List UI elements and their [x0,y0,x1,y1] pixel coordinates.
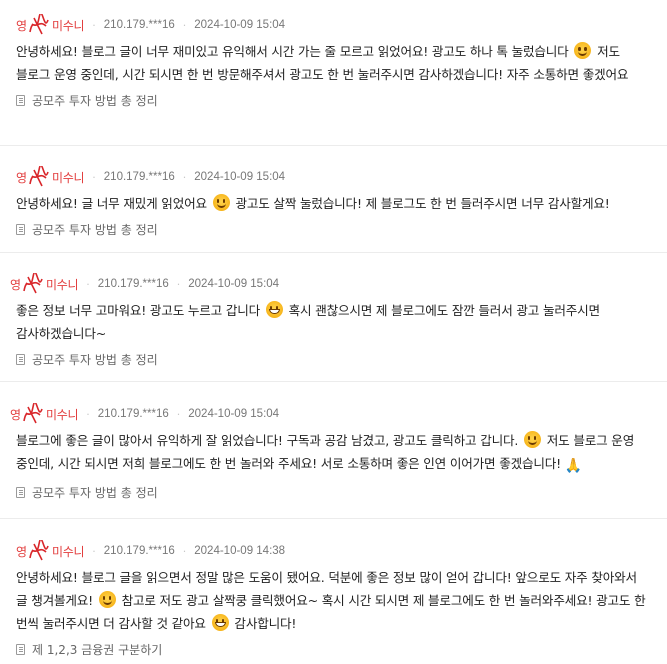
nickname-prefix: 영 [16,170,28,185]
author[interactable]: 영 미수니 [10,403,79,425]
separator-dot: · [86,277,90,291]
separator-dot: · [86,407,90,421]
comment-item: 영 미수니 · 210.179.***16 · 2024-10-09 15:04… [0,382,667,519]
post-reference-title: 제 1,2,3 금융권 구분하기 [32,642,163,657]
document-icon [16,643,25,655]
smile-emoji-icon [574,42,592,59]
smile-emoji-icon [212,194,230,211]
comment-meta: 영 미수니 · 210.179.***16 · 2024-10-09 14:38 [16,540,651,562]
nickname: 미수니 [46,277,79,292]
separator-dot: · [176,407,181,421]
avatar-scribble-icon [29,540,49,561]
comment-date: 2024-10-09 15:04 [188,408,280,420]
author[interactable]: 영 미수니 [16,166,85,188]
ip-address: 210.179.***16 [97,278,169,290]
comment-date: 2024-10-09 14:38 [194,545,286,557]
post-reference-link[interactable]: 공모주 투자 방법 총 정리 [16,89,651,111]
comment-meta: 영 미수니 · 210.179.***16 · 2024-10-09 15:04 [10,403,651,425]
text-part: 광고도 살짝 눌렀습니다! 제 블로그도 한 번 들러주시면 너무 감사할게요! [231,196,610,211]
avatar-scribble-icon [23,273,43,294]
avatar-scribble-icon [29,14,49,35]
comment-date: 2024-10-09 15:04 [194,171,286,183]
comment-text: 안녕하세요! 글 너무 재밌게 읽었어요 광고도 살짝 눌렀습니다! 제 블로그… [16,192,651,215]
ip-address: 210.179.***16 [97,408,169,420]
grin-emoji-icon [265,301,283,318]
post-reference-link[interactable]: 공모주 투자 방법 총 정리 [16,218,651,240]
nickname-prefix: 영 [10,407,22,422]
document-icon [16,94,25,106]
smile-emoji-icon [523,431,541,448]
text-part: 감사합니다! [230,616,297,631]
ip-address: 210.179.***16 [103,171,175,183]
comment-item: 영 미수니 · 210.179.***16 · 2024-10-09 15:04… [0,0,667,146]
separator-dot: · [92,544,96,558]
separator-dot: · [182,170,187,184]
post-reference-title: 공모주 투자 방법 총 정리 [32,352,158,367]
comment-meta: 영 미수니 · 210.179.***16 · 2024-10-09 15:04 [10,273,651,295]
text-part: 안녕하세요! 글 너무 재밌게 읽었어요 [16,196,211,211]
nickname: 미수니 [46,407,79,422]
ip-address: 210.179.***16 [103,545,175,557]
text-part: 좋은 정보 너무 고마워요! 광고도 누르고 갑니다 [16,303,264,318]
separator-dot: · [182,18,187,32]
document-icon [16,223,25,235]
comment-text: 안녕하세요! 블로그 글을 읽으면서 정말 많은 도움이 됐어요. 덕분에 좋은… [16,566,651,635]
post-reference-link[interactable]: 공모주 투자 방법 총 정리 [10,348,651,370]
separator-dot: · [182,544,187,558]
author[interactable]: 영 미수니 [10,273,79,295]
comment-date: 2024-10-09 15:04 [194,19,286,31]
post-reference-title: 공모주 투자 방법 총 정리 [32,485,158,500]
avatar-scribble-icon [29,166,49,187]
nickname-prefix: 영 [16,544,28,559]
comment-date: 2024-10-09 15:04 [188,278,280,290]
comment-item: 영 미수니 · 210.179.***16 · 2024-10-09 14:38… [0,519,667,664]
grin-emoji-icon [211,614,229,631]
nickname: 미수니 [52,544,85,559]
separator-dot: · [92,18,96,32]
separator-dot: · [92,170,96,184]
comment-text: 좋은 정보 너무 고마워요! 광고도 누르고 갑니다 혹시 괜찮으시면 제 블로… [10,299,651,345]
document-icon [16,486,25,498]
folded-hands-emoji-icon: 🙏 [564,458,583,474]
post-reference-link[interactable]: 공모주 투자 방법 총 정리 [10,481,651,503]
nickname-prefix: 영 [16,18,28,33]
author[interactable]: 영 미수니 [16,14,85,36]
separator-dot: · [176,277,181,291]
text-part: 안녕하세요! 블로그 글이 너무 재미있고 유익해서 시간 가는 줄 모르고 읽… [16,44,573,59]
comment-text: 안녕하세요! 블로그 글이 너무 재미있고 유익해서 시간 가는 줄 모르고 읽… [16,40,651,86]
nickname: 미수니 [52,18,85,33]
text-part: 블로그에 좋은 글이 많아서 유익하게 잘 읽었습니다! 구독과 공감 남겼고,… [16,433,522,448]
nickname: 미수니 [52,170,85,185]
avatar-scribble-icon [23,403,43,424]
post-reference-title: 공모주 투자 방법 총 정리 [32,93,158,108]
document-icon [16,353,25,365]
comment-text: 블로그에 좋은 글이 많아서 유익하게 잘 읽었습니다! 구독과 공감 남겼고,… [10,429,651,478]
author[interactable]: 영 미수니 [16,540,85,562]
ip-address: 210.179.***16 [103,19,175,31]
smile-emoji-icon [98,591,116,608]
comment-item: 영 미수니 · 210.179.***16 · 2024-10-09 15:04… [0,253,667,382]
nickname-prefix: 영 [10,277,22,292]
comment-meta: 영 미수니 · 210.179.***16 · 2024-10-09 15:04 [16,166,651,188]
comment-meta: 영 미수니 · 210.179.***16 · 2024-10-09 15:04 [16,14,651,36]
comment-item: 영 미수니 · 210.179.***16 · 2024-10-09 15:04… [0,146,667,253]
post-reference-link[interactable]: 제 1,2,3 금융권 구분하기 [16,638,651,660]
post-reference-title: 공모주 투자 방법 총 정리 [32,222,158,237]
